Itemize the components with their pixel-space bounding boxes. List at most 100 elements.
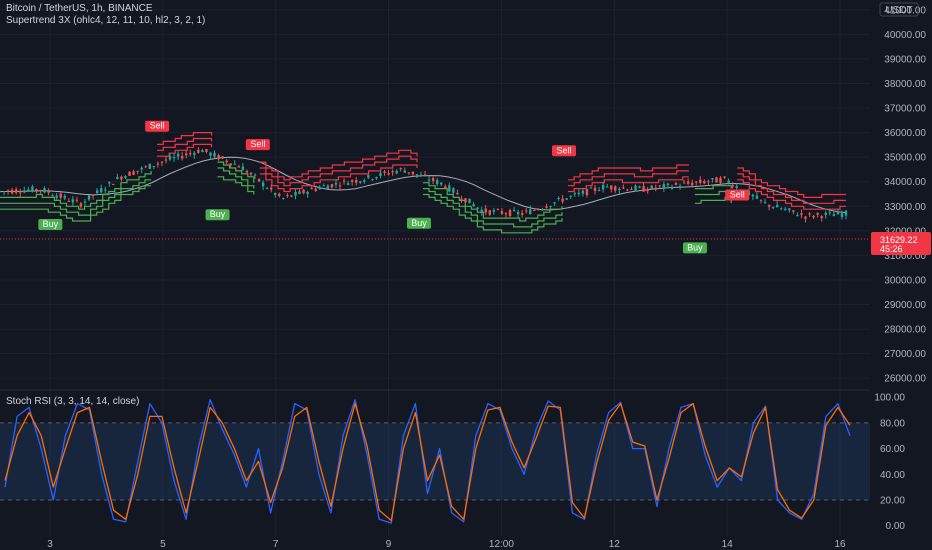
candle-body [120,176,123,180]
candle-body [176,153,180,157]
oscillator-tick-label: 100.00 [874,393,905,404]
candle-body [480,209,483,214]
candle-body [573,193,576,195]
candle-body [715,177,718,183]
candle-body [399,168,402,170]
candle-body [407,172,411,174]
candle-body [310,187,313,190]
candle-body [67,201,71,203]
symbol-legend[interactable]: Bitcoin / TetherUS, 1h, BINANCE [6,3,153,14]
candle-body [435,180,439,185]
candle-body [395,170,398,174]
indicator-legend[interactable]: Supertrend 3X (ohlc4, 12, 11, 10, hl2, 3… [6,15,205,26]
candle-body [784,208,787,211]
candle-body [589,187,593,189]
candle-body [452,188,455,193]
oscillator-legend[interactable]: Stoch RSI (3, 3, 14, 14, close) [6,396,139,407]
candle-body [690,182,694,186]
candle-body [253,174,257,176]
candle-body [642,186,645,192]
candle-body [290,195,293,197]
candle-body [666,183,670,186]
candle-body [10,189,14,194]
candle-body [71,199,75,203]
candle-body [411,171,415,175]
candle-body [593,187,597,191]
candle-body [763,202,767,204]
candle-body [180,156,184,159]
candle-body [541,208,544,210]
candle-body [91,194,95,196]
candle-body [274,193,277,195]
candle-body [31,186,34,192]
candle-body [755,195,759,199]
candle-body [484,208,487,213]
price-tick-label: 27000.00 [884,349,926,360]
candle-body [6,190,10,192]
candle-body [427,179,431,181]
candle-body [431,178,435,182]
candle-body [189,153,192,155]
candle-body [634,185,637,191]
price-tick-label: 35000.00 [884,153,926,164]
candle-body [496,209,500,211]
candle-body [618,188,621,190]
candle-body [638,186,641,188]
candle-body [419,174,423,177]
candle-body [727,180,730,183]
candle-body [504,213,508,215]
candle-body [346,183,350,185]
candle-body [597,190,601,192]
candle-body [241,166,245,171]
candle-body [322,185,326,187]
signal-label: Buy [43,219,59,229]
candle-body [751,194,755,197]
candle-body [828,212,832,214]
candle-body [391,171,394,173]
candle-body [650,185,653,189]
candle-body [156,163,160,165]
time-tick-label: 9 [386,539,392,550]
price-tick-label: 40000.00 [884,30,926,41]
candle-body [168,156,172,160]
candle-body [674,182,678,185]
chart[interactable]: 41000.0040000.0039000.0038000.0037000.00… [0,0,932,550]
oscillator-tick-label: 40.00 [880,470,905,481]
candle-body [654,187,657,189]
oscillator-tick-label: 0.00 [886,521,906,532]
candle-body [367,175,370,178]
candle-body [646,189,649,192]
candle-body [512,209,516,211]
candle-body [278,193,281,197]
candle-body [719,177,722,183]
candle-body [261,182,265,187]
candle-body [695,181,698,183]
candle-body [185,153,188,156]
candle-body [723,176,726,178]
bar-countdown: 45:26 [880,244,903,254]
candle-body [265,188,269,190]
candle-body [525,210,528,212]
candle-body [476,207,479,209]
candle-body [472,204,475,207]
candle-body [225,160,228,163]
candle-body [492,210,496,212]
candle-body [213,152,216,157]
candle-body [678,186,682,188]
candle-body [824,212,827,216]
candle-body [735,186,738,188]
candle-body [605,186,609,188]
candle-body [104,189,107,191]
candle-body [47,191,50,193]
candle-body [626,189,629,191]
candle-body [330,184,334,188]
candle-body [460,198,463,200]
candle-body [355,179,358,183]
candle-body [229,163,232,166]
candle-body [136,170,139,172]
candle-body [75,199,79,201]
time-tick-label: 12:00 [489,539,514,550]
candle-body [294,192,297,196]
candle-body [326,185,330,189]
candle-body [816,212,819,215]
